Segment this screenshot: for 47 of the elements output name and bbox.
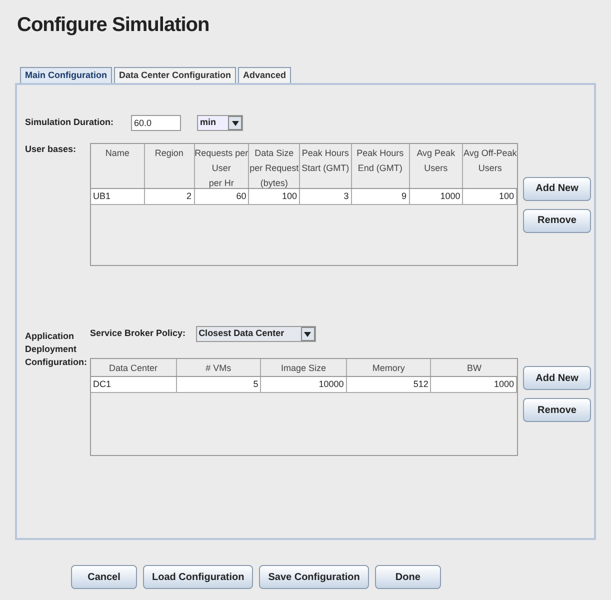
table-cell: 3 (300, 189, 352, 204)
page-title: Configure Simulation (17, 13, 210, 38)
column-header: Data Size per Request (bytes) (249, 144, 300, 188)
table-cell: UB1 (91, 189, 145, 204)
dialog-button[interactable]: Save Configuration (259, 565, 369, 589)
table-action-button[interactable]: Add New (523, 366, 591, 390)
dialog-button[interactable]: Load Configuration (143, 565, 254, 589)
table-cell: DC1 (91, 377, 177, 392)
dialog-button[interactable]: Done (374, 565, 441, 589)
table-cell: 512 (346, 377, 432, 392)
column-header: Data Center (91, 359, 177, 376)
duration-label: Simulation Duration: (25, 116, 114, 130)
table-cell: 5 (176, 377, 262, 392)
caret-icon (232, 120, 238, 126)
table-action-button[interactable]: Add New (523, 176, 591, 200)
column-header: Peak Hours Start (GMT) (300, 144, 352, 188)
table-cell: 10000 (261, 377, 347, 392)
column-header: Region (144, 144, 195, 188)
policy-label: Service Broker Policy: (90, 327, 186, 340)
table-cell: 60 (194, 189, 250, 204)
column-header: Image Size (261, 359, 347, 376)
table-action-button[interactable]: Remove (523, 398, 591, 422)
dropdown-button[interactable] (228, 116, 242, 130)
table-cell: 2 (144, 189, 195, 204)
column-header: BW (466, 362, 482, 375)
column-header: # VMs (176, 359, 262, 376)
table-action-button[interactable]: Remove (523, 208, 591, 232)
column-header: Name (91, 144, 145, 188)
tab[interactable]: Main Configuration (20, 67, 112, 83)
column-header: Requests per User per Hr (194, 144, 250, 188)
tab[interactable]: Data Center Configuration (114, 67, 236, 83)
table-cell: 1000 (410, 189, 464, 204)
table-cell: 100 (249, 189, 300, 204)
table-cell: 9 (352, 189, 410, 204)
column-header: Avg Peak Users (410, 144, 464, 188)
deployment-label: Application Deployment Configuration: (25, 330, 88, 369)
table-cell: 1000 (431, 377, 517, 392)
tab[interactable]: Advanced (238, 67, 292, 83)
column-header: Memory (346, 359, 432, 376)
dialog-button[interactable]: Cancel (71, 565, 137, 589)
user-bases-label: User bases: (25, 143, 78, 156)
duration-field[interactable]: 60.0 (131, 115, 181, 131)
column-header: Avg Off-Peak Users (463, 147, 518, 175)
caret-icon (304, 332, 312, 336)
column-header: Peak Hours End (GMT) (352, 144, 410, 188)
dropdown-button[interactable] (300, 327, 315, 341)
table-cell: 100 (463, 189, 518, 204)
